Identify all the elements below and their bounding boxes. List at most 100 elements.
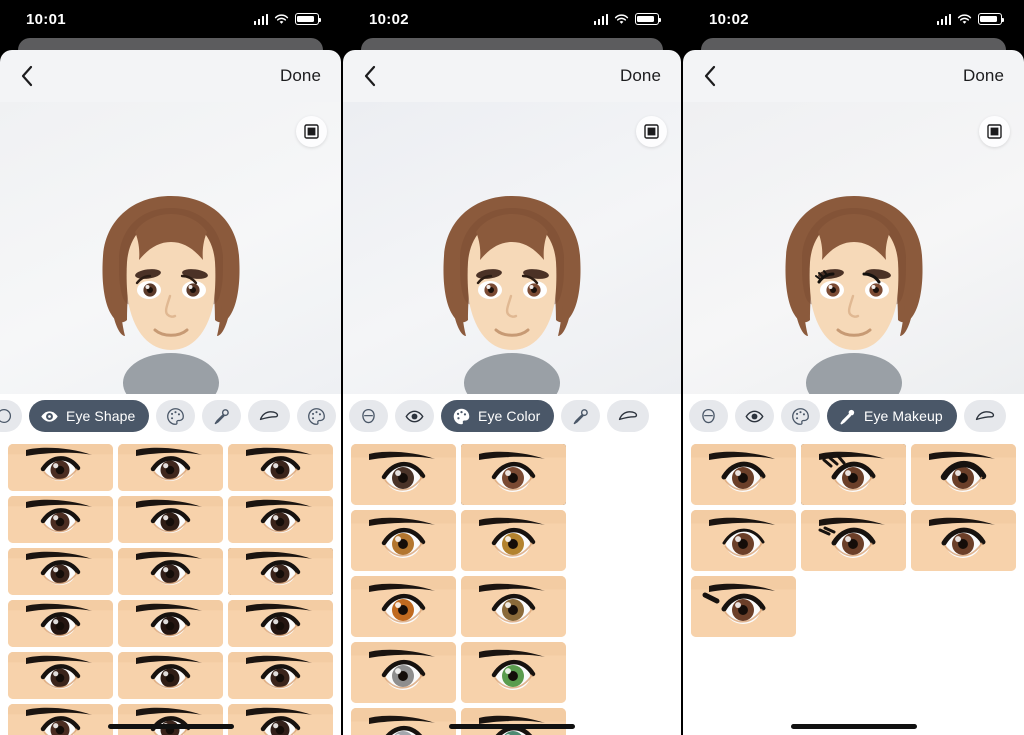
eye-color-amber[interactable]	[461, 510, 566, 571]
chevron-left-icon[interactable]	[699, 61, 721, 91]
tab-head-shape[interactable]	[689, 400, 728, 432]
eye-color-grid-area[interactable]	[343, 438, 681, 735]
eye-icon	[745, 410, 764, 422]
avatar-stage	[343, 102, 681, 394]
tab-eye-shape[interactable]: Eye Shape	[29, 400, 150, 432]
tab-eyebrows[interactable]	[248, 400, 291, 432]
phone-panel-eye-makeup: 10:02 Done Eye Makeup	[683, 0, 1024, 735]
eyebrow-icon	[260, 411, 279, 421]
eyebrow-icon	[619, 411, 638, 421]
avatar-stage	[0, 102, 341, 394]
eye-icon	[405, 410, 424, 422]
eye-makeup-grid-area[interactable]	[683, 438, 1024, 735]
eye-shape-11[interactable]	[118, 600, 223, 647]
chevron-left-icon[interactable]	[359, 61, 381, 91]
brush-icon	[215, 408, 230, 424]
phone-panel-eye-shape: 10:01 Done Eye Shape	[0, 0, 341, 735]
palette-icon	[453, 408, 470, 424]
eye-makeup-cat-eye[interactable]	[691, 576, 796, 637]
tab-head-shape[interactable]	[349, 400, 388, 432]
eye-color-hazel[interactable]	[461, 576, 566, 637]
eye-makeup-thick-liner[interactable]	[911, 444, 1016, 505]
head-icon	[362, 408, 375, 423]
palette-icon	[167, 407, 185, 425]
eye-makeup-thin-liner[interactable]	[691, 510, 796, 571]
eye-shape-16[interactable]	[8, 704, 113, 735]
category-tab-bar[interactable]: Eye Shape	[0, 394, 341, 438]
tab-eye-color[interactable]	[156, 400, 196, 432]
eye-makeup-wing-lashes[interactable]	[801, 510, 906, 571]
tab-eye-makeup[interactable]: Eye Makeup	[827, 400, 957, 432]
status-bar: 10:01	[0, 0, 341, 38]
eye-makeup-lashes[interactable]	[801, 444, 906, 505]
done-button[interactable]: Done	[620, 66, 661, 86]
eye-shape-3[interactable]	[228, 444, 333, 491]
eye-shape-7[interactable]	[8, 548, 113, 595]
tab-eye-color[interactable]: Eye Color	[441, 400, 555, 432]
eye-color-grid[interactable]	[351, 444, 673, 735]
eye-shape-4[interactable]	[8, 496, 113, 543]
eye-shape-12[interactable]	[228, 600, 333, 647]
tab-partial-left[interactable]	[0, 400, 22, 432]
eye-color-gray[interactable]	[351, 642, 456, 703]
pose-button[interactable]	[979, 116, 1010, 147]
phone-panel-eye-color: 10:02 Done Eye Color	[341, 0, 683, 735]
eye-color-green[interactable]	[461, 642, 566, 703]
eye-shape-10[interactable]	[8, 600, 113, 647]
nav-bar: Done	[0, 50, 341, 102]
done-button[interactable]: Done	[280, 66, 321, 86]
tab-eye-makeup[interactable]	[202, 400, 242, 432]
eye-color-brown[interactable]	[461, 444, 566, 505]
eye-shape-14[interactable]	[118, 652, 223, 699]
eye-color-dark-brown[interactable]	[351, 444, 456, 505]
category-tab-bar[interactable]: Eye Color	[343, 394, 681, 438]
pose-button[interactable]	[296, 116, 327, 147]
eye-color-light-brown[interactable]	[351, 510, 456, 571]
tab-eye-color[interactable]	[781, 400, 820, 432]
palette-icon	[308, 407, 326, 425]
category-tab-bar[interactable]: Eye Makeup	[683, 394, 1024, 438]
tab-eyebrows[interactable]	[607, 400, 650, 432]
eye-shape-18[interactable]	[228, 704, 333, 735]
memoji-avatar	[392, 178, 632, 394]
eye-shape-2[interactable]	[118, 444, 223, 491]
three-phone-screenshots: 10:01 Done Eye Shape 10:02 Done Eye Colo…	[0, 0, 1024, 735]
eye-shape-grid[interactable]	[8, 444, 333, 735]
eye-shape-15[interactable]	[228, 652, 333, 699]
home-indicator	[790, 724, 917, 729]
eye-shape-8[interactable]	[118, 548, 223, 595]
eye-shape-1[interactable]	[8, 444, 113, 491]
eye-icon	[41, 410, 58, 422]
eye-shape-13[interactable]	[8, 652, 113, 699]
eye-color-copper[interactable]	[351, 576, 456, 637]
home-indicator	[107, 724, 234, 729]
status-bar: 10:02	[343, 0, 681, 38]
eye-makeup-grid[interactable]	[691, 444, 1016, 637]
eye-color-sea-green[interactable]	[461, 708, 566, 735]
tab-eye-shape-label: Eye Shape	[66, 408, 136, 424]
tab-eye-shape[interactable]	[395, 400, 434, 432]
battery-icon	[635, 13, 662, 25]
avatar-stage	[683, 102, 1024, 394]
eye-makeup-shadow[interactable]	[911, 510, 1016, 571]
tab-eye-makeup[interactable]	[561, 400, 601, 432]
pose-button[interactable]	[636, 116, 667, 147]
signal-bars-icon	[936, 13, 951, 25]
eye-shape-9[interactable]	[228, 548, 333, 595]
eye-shape-6[interactable]	[228, 496, 333, 543]
tab-eyebrow-color[interactable]	[297, 400, 337, 432]
chevron-left-icon[interactable]	[16, 61, 38, 91]
frame-icon	[304, 124, 319, 139]
status-bar: 10:02	[683, 0, 1024, 38]
eye-makeup-none[interactable]	[691, 444, 796, 505]
signal-bars-icon	[253, 13, 268, 25]
eye-shape-5[interactable]	[118, 496, 223, 543]
eye-color-light-gray[interactable]	[351, 708, 456, 735]
eye-shape-grid-area[interactable]	[0, 438, 341, 735]
frame-icon	[987, 124, 1002, 139]
tab-eyebrows[interactable]	[963, 400, 1006, 432]
tab-eye-color-label: Eye Color	[478, 408, 541, 424]
tab-eye-shape[interactable]	[735, 400, 774, 432]
eye-shape-17[interactable]	[118, 704, 223, 735]
done-button[interactable]: Done	[963, 66, 1004, 86]
